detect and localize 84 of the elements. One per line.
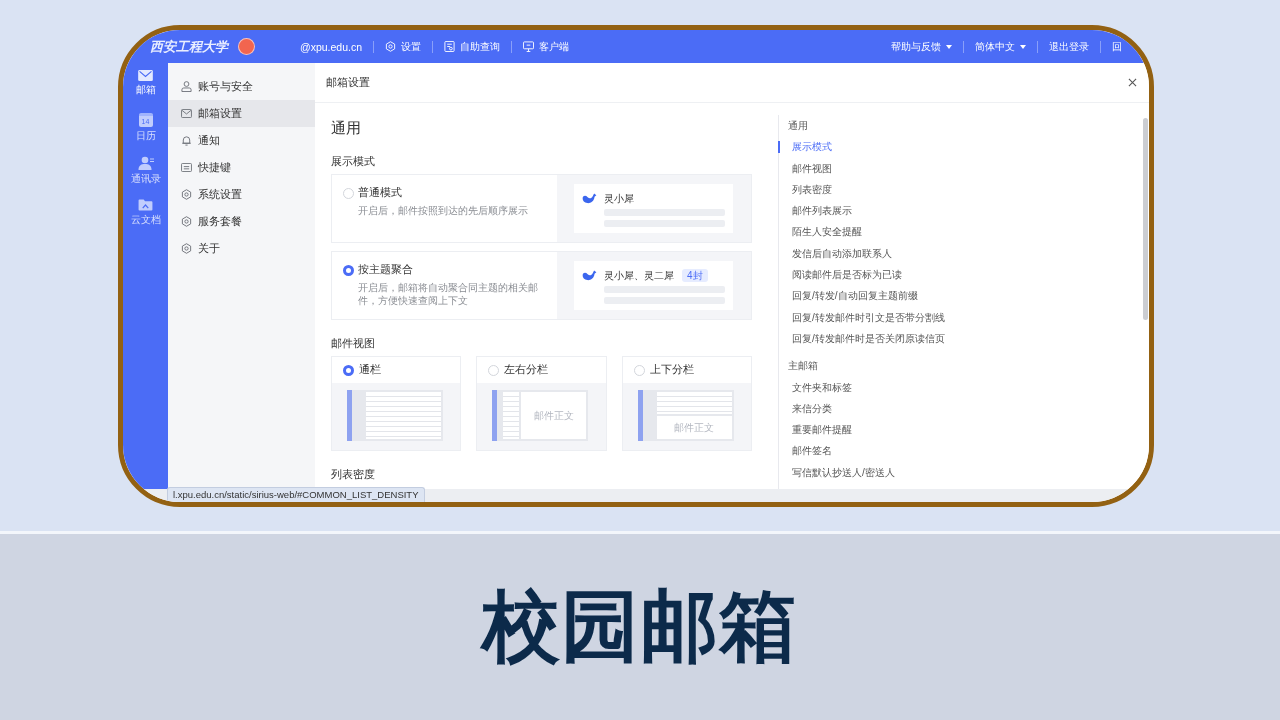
group-title: 展示模式 <box>331 154 376 168</box>
folder-icon <box>138 199 153 211</box>
mail-body-placeholder: 邮件正文 <box>521 392 587 439</box>
sender-name: 灵小犀、灵二犀 <box>604 269 674 282</box>
logo-text: 西安工程大学 <box>150 37 228 56</box>
account-address: @xpu.edu.cn <box>300 40 363 53</box>
sidebar-item[interactable]: 系统设置 <box>168 181 315 208</box>
mail-view-option[interactable]: 通栏 <box>331 356 462 451</box>
contacts-icon <box>137 156 154 170</box>
top-nav-link[interactable]: 自助查询 <box>444 39 501 54</box>
keyboard-icon <box>181 163 192 172</box>
outline-link[interactable]: 回复/转发/自动回复主题前缀 <box>778 285 918 307</box>
top-nav-link[interactable]: 设置 <box>385 39 422 54</box>
hexagon-icon <box>181 189 192 200</box>
person-icon <box>181 81 192 92</box>
sidebar-item[interactable]: 关于 <box>168 235 315 262</box>
url-tooltip: l.xpu.edu.cn/static/sirius-web/#COMMON_LIST_DENSITY <box>167 487 425 502</box>
outline-link[interactable]: 来信分类 <box>778 397 832 420</box>
option-label: 普通模式 <box>358 186 402 200</box>
close-button[interactable] <box>1128 78 1137 87</box>
app-nav-button[interactable]: 通讯录 <box>123 155 168 198</box>
mail-body-placeholder: 邮件正文 <box>656 416 732 439</box>
outline-link[interactable]: 回复/转发邮件时是否关闭原读信页 <box>778 327 945 350</box>
outline-group-label: 通用 <box>787 119 808 133</box>
mail-view-option[interactable]: 左右分栏 邮件正文 <box>476 356 607 451</box>
app-nav-button[interactable]: 邮箱 <box>123 69 168 112</box>
whale-icon <box>582 270 597 281</box>
envelope-icon <box>138 70 153 81</box>
hexagon-icon <box>181 243 192 254</box>
sidebar-strip <box>347 390 352 441</box>
whale-icon <box>582 193 597 204</box>
mail-list-pane <box>503 392 520 439</box>
display-mode-option[interactable]: 按主题聚合 开启后，邮箱将自动聚合同主题的相关邮件，方便快速查阅上下文 灵小犀、灵二犀 4封 <box>331 251 752 320</box>
top-nav-link[interactable]: 退出登录 <box>1049 39 1089 54</box>
display-mode-option[interactable]: 普通模式 开启后，邮件按照到达的先后顺序展示 灵小犀 <box>331 174 752 243</box>
envelope-icon <box>181 109 192 118</box>
outline-link[interactable]: 重要邮件提醒 <box>778 419 852 441</box>
radio-button[interactable] <box>343 264 354 276</box>
sidebar-item[interactable]: 账号与安全 <box>168 73 315 100</box>
mail-view-option[interactable]: 上下分栏 邮件正文 <box>621 356 752 451</box>
outline-link[interactable]: 邮件列表展示 <box>778 200 852 222</box>
outline-link[interactable]: 陌生人安全提醒 <box>778 221 862 243</box>
option-label: 左右分栏 <box>504 363 549 377</box>
hexagon-icon <box>181 216 192 227</box>
document-icon <box>444 41 456 52</box>
outline-group-label: 主邮箱 <box>787 359 818 374</box>
sidebar-strip <box>637 390 643 441</box>
app-nav-button[interactable]: 云文档 <box>123 198 168 241</box>
sidebar-item[interactable]: 邮箱设置 <box>168 100 315 127</box>
slide-title: 校园邮箱 <box>482 581 798 673</box>
outline-link[interactable]: 写信默认抄送人/密送人 <box>778 461 895 484</box>
top-nav-link[interactable]: 客户端 <box>523 39 570 54</box>
option-description: 开启后，邮件按照到达的先后顺序展示 <box>358 204 529 217</box>
close-icon <box>1128 78 1137 87</box>
section-heading: 通用 <box>331 118 362 138</box>
option-label: 按主题聚合 <box>358 263 413 277</box>
sidebar-strip <box>492 390 498 441</box>
dropdown-button[interactable]: 帮助与反馈 <box>891 39 952 54</box>
group-title: 列表密度 <box>331 467 376 481</box>
panel-title: 邮箱设置 <box>326 75 371 90</box>
scrollbar-thumb[interactable] <box>1143 118 1148 320</box>
outline-link[interactable]: 阅读邮件后是否标为已读 <box>778 264 902 286</box>
bell-icon <box>181 135 192 146</box>
option-description: 开启后，邮箱将自动聚合同主题的相关邮件，方便快速查阅上下文 <box>358 281 539 307</box>
outline-link[interactable]: 邮件视图 <box>778 157 832 179</box>
sidebar-item[interactable]: 快捷键 <box>168 154 315 181</box>
group-title: 邮件视图 <box>331 336 376 350</box>
radio-button[interactable] <box>343 364 354 376</box>
outline-link[interactable]: 回复/转发邮件时引文是否带分割线 <box>778 306 945 328</box>
dropdown-button[interactable]: 简体中文 <box>975 39 1026 54</box>
top-nav-link[interactable]: 回 <box>1112 39 1122 54</box>
sidebar-item[interactable]: 服务套餐 <box>168 208 315 235</box>
outline-link[interactable]: 列表密度 <box>778 178 832 201</box>
outline-link[interactable]: 发信后自动添加联系人 <box>778 242 892 265</box>
option-label: 通栏 <box>359 363 381 377</box>
hexagon-icon <box>385 41 397 52</box>
monitor-icon <box>523 41 535 52</box>
sender-name: 灵小犀 <box>604 192 634 205</box>
sidebar-item[interactable]: 通知 <box>168 127 315 154</box>
outline-link[interactable]: 文件夹和标签 <box>778 376 852 398</box>
count-badge: 4封 <box>682 269 708 282</box>
avatar-icon <box>238 38 255 55</box>
outline-link[interactable]: 邮件签名 <box>778 440 832 462</box>
option-label: 上下分栏 <box>649 363 694 377</box>
